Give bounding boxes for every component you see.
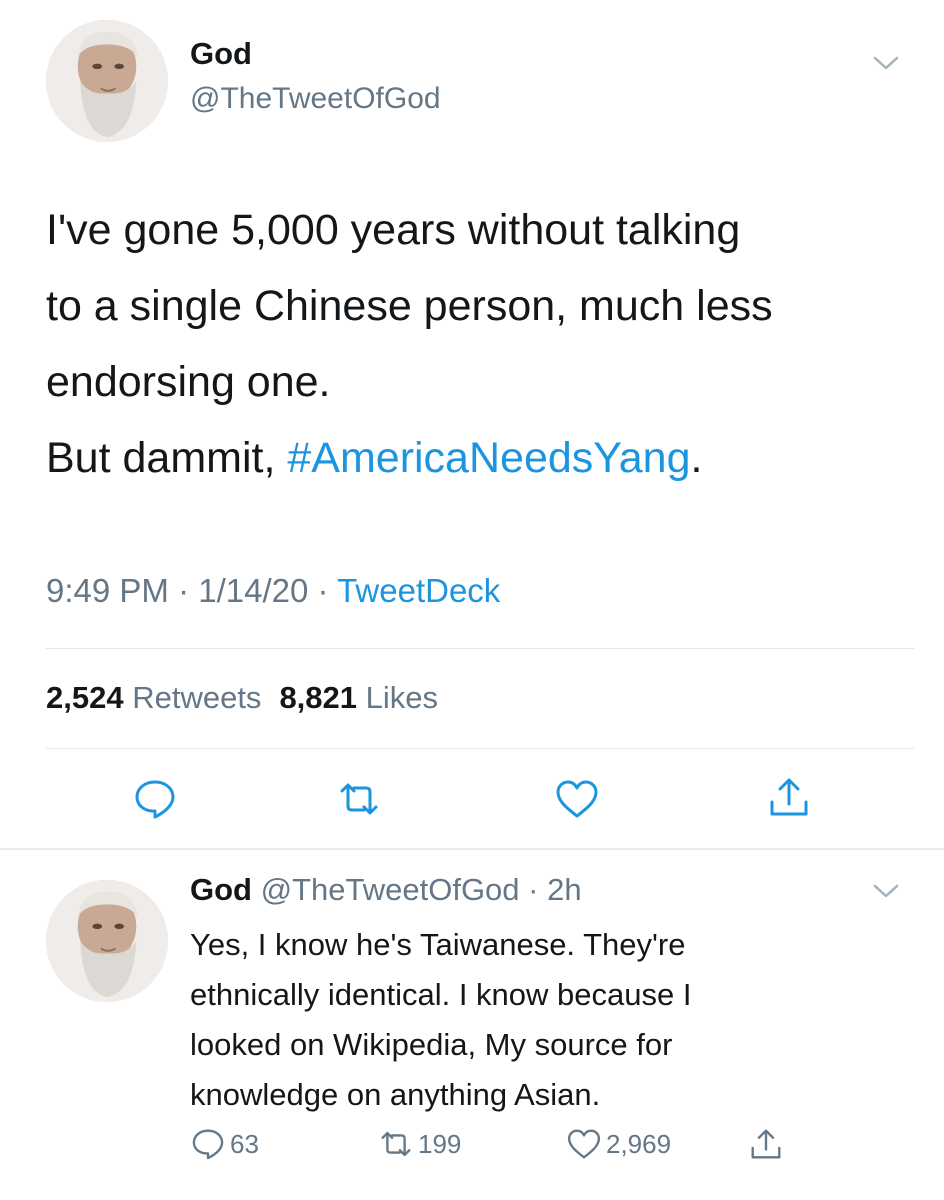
likes-count: 8,821 (279, 680, 358, 715)
tweet-text-prefix: But dammit, (46, 434, 288, 482)
retweets-label: Retweets (132, 680, 262, 715)
tweet-stats: 2,524 Retweets 8,821 Likes (46, 680, 438, 716)
tweet-text-line: But dammit, #AmericaNeedsYang. (46, 420, 906, 496)
tweet-time[interactable]: 9:49 PM (46, 572, 169, 609)
reply-icon (135, 780, 175, 819)
meta-separator: · (168, 572, 199, 609)
reply-button[interactable] (132, 776, 178, 822)
reply-text-line: ethnically identical. I know because I (190, 977, 692, 1012)
author-handle[interactable]: @TheTweetOfGod (190, 82, 441, 116)
author-avatar[interactable] (46, 20, 168, 142)
like-button[interactable] (554, 776, 600, 822)
reply-icon (192, 1129, 224, 1160)
reply-text-line: looked on Wikipedia, My source for (190, 1027, 673, 1062)
divider (46, 748, 914, 749)
tweet-date[interactable]: 1/14/20 (198, 572, 308, 609)
divider (46, 648, 914, 649)
reply-author-avatar[interactable] (46, 880, 168, 1002)
tweet-text: I've gone 5,000 years without talking to… (46, 192, 906, 496)
retweets-stat[interactable]: 2,524 Retweets (46, 680, 261, 715)
retweet-icon (381, 1131, 411, 1157)
retweets-count: 2,524 (46, 680, 124, 715)
reply-like-button[interactable]: 2,969 (566, 1122, 671, 1166)
retweet-count: 199 (418, 1128, 462, 1159)
share-button[interactable] (766, 774, 812, 820)
reply-count: 63 (230, 1128, 259, 1159)
share-icon (770, 778, 808, 816)
main-tweet: God @TheTweetOfGod I've gone 5,000 years… (0, 0, 944, 848)
retweet-button[interactable] (336, 776, 382, 822)
tweet-meta: 9:49 PM · 1/14/20 · TweetDeck (46, 572, 500, 610)
avatar-image (46, 880, 168, 1002)
like-icon (567, 1129, 601, 1159)
meta-separator: · (519, 872, 548, 907)
chevron-down-icon[interactable] (872, 54, 900, 72)
likes-stat[interactable]: 8,821 Likes (279, 680, 438, 715)
likes-label: Likes (365, 680, 439, 715)
section-divider (0, 848, 944, 850)
share-icon (751, 1129, 781, 1159)
reply-retweet-button[interactable]: 199 (378, 1122, 461, 1166)
reply-author-name[interactable]: God (190, 872, 252, 907)
reply-actions: 63 199 2,969 (0, 1122, 944, 1172)
tweet-text-line: to a single Chinese person, much less (46, 282, 773, 330)
like-count: 2,969 (606, 1128, 672, 1159)
author-name[interactable]: God (190, 36, 252, 72)
tweet-text-line: endorsing one. (46, 358, 331, 406)
reply-text-line: Yes, I know he's Taiwanese. They're (190, 927, 686, 962)
hashtag-link[interactable]: #AmericaNeedsYang (287, 434, 690, 482)
chevron-down-icon[interactable] (872, 882, 900, 900)
like-icon (556, 780, 598, 818)
avatar-image (46, 20, 168, 142)
tweet-text-line: I've gone 5,000 years without talking (46, 206, 741, 254)
reply-share-button[interactable] (748, 1122, 784, 1166)
reply-age[interactable]: 2h (547, 872, 581, 907)
reply-author-handle[interactable]: @TheTweetOfGod (261, 872, 520, 907)
meta-separator: · (308, 572, 338, 609)
reply-text-line: knowledge on anything Asian. (190, 1077, 601, 1112)
retweet-icon (340, 783, 378, 815)
tweet-text-suffix: . (690, 434, 703, 482)
tweet-source-link[interactable]: TweetDeck (337, 572, 500, 609)
reply-reply-button[interactable]: 63 (190, 1122, 259, 1166)
reply-header: God @TheTweetOfGod · 2h (190, 872, 582, 908)
reply-text: Yes, I know he's Taiwanese. They're ethn… (190, 920, 890, 1120)
